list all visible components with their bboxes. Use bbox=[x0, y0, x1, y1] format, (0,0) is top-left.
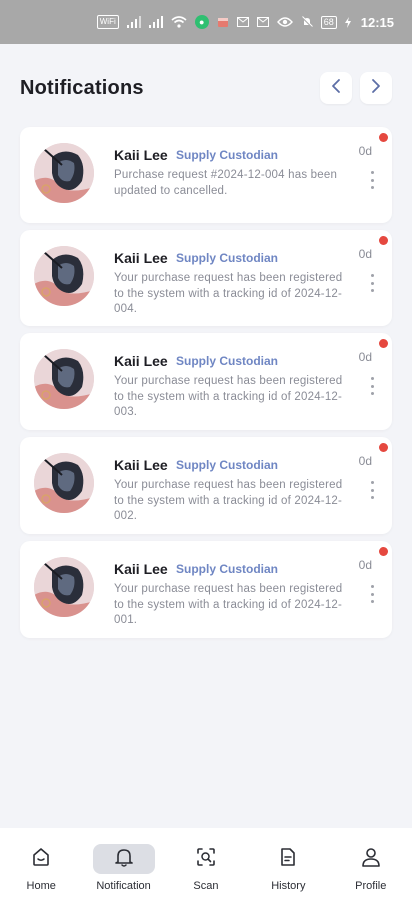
page-header: Notifications bbox=[0, 70, 412, 106]
more-options-button[interactable] bbox=[368, 377, 376, 395]
nav-label: Notification bbox=[96, 880, 151, 892]
notification-time: 0d bbox=[358, 454, 372, 468]
avatar bbox=[34, 349, 94, 409]
notification-message: Your purchase request has been registere… bbox=[114, 583, 343, 626]
sender-name: Kaii Lee bbox=[114, 561, 168, 577]
avatar bbox=[34, 143, 94, 203]
notification-time: 0d bbox=[358, 350, 372, 364]
bottom-navigation: Home Notification Scan History Profile bbox=[0, 828, 412, 906]
nav-label: Home bbox=[26, 880, 56, 892]
notification-message: Purchase request #2024-12-004 has been u… bbox=[114, 169, 338, 197]
more-options-button[interactable] bbox=[368, 585, 376, 603]
sender-role: Supply Custodian bbox=[176, 354, 278, 368]
notification-message: Your purchase request has been registere… bbox=[114, 272, 343, 315]
more-vertical-icon bbox=[370, 481, 374, 484]
previous-button[interactable] bbox=[320, 72, 352, 104]
notification-time: 0d bbox=[358, 144, 372, 158]
more-vertical-icon bbox=[370, 377, 374, 380]
more-vertical-icon bbox=[370, 585, 374, 588]
nav-profile[interactable]: Profile bbox=[335, 844, 407, 892]
user-icon-wrap bbox=[340, 844, 402, 874]
notification-card[interactable]: Kaii Lee Supply Custodian Purchase reque… bbox=[20, 127, 392, 223]
more-options-button[interactable] bbox=[368, 481, 376, 499]
status-time: 12:15 bbox=[360, 14, 394, 30]
sender-role: Supply Custodian bbox=[176, 562, 278, 576]
avatar bbox=[34, 246, 94, 306]
more-options-button[interactable] bbox=[368, 171, 376, 189]
sender-role: Supply Custodian bbox=[176, 251, 278, 265]
next-button[interactable] bbox=[360, 72, 392, 104]
notification-card[interactable]: Kaii Lee Supply Custodian Your purchase … bbox=[20, 437, 392, 534]
notification-time: 0d bbox=[358, 247, 372, 261]
home-icon bbox=[30, 846, 52, 873]
document-icon bbox=[277, 846, 299, 873]
more-options-button[interactable] bbox=[368, 274, 376, 292]
home-icon-wrap bbox=[10, 844, 72, 874]
page-title: Notifications bbox=[20, 76, 144, 99]
wifi-badge-icon: WiFi bbox=[96, 15, 119, 29]
nav-label: History bbox=[271, 880, 306, 892]
unread-dot bbox=[379, 236, 388, 245]
nav-notification[interactable]: Notification bbox=[88, 844, 160, 892]
app-notification-icon bbox=[217, 15, 229, 29]
sender-role: Supply Custodian bbox=[176, 458, 278, 472]
scan-icon bbox=[195, 846, 217, 873]
more-vertical-icon bbox=[370, 274, 374, 277]
chevron-right-icon bbox=[371, 78, 381, 99]
document-icon-wrap bbox=[257, 844, 319, 874]
notification-message: Your purchase request has been registere… bbox=[114, 375, 343, 418]
app-notification-icon: ● bbox=[194, 15, 209, 29]
nav-label: Profile bbox=[355, 880, 387, 892]
mail-icon bbox=[256, 15, 269, 29]
notification-card[interactable]: Kaii Lee Supply Custodian Your purchase … bbox=[20, 230, 392, 326]
bell-icon-wrap bbox=[92, 844, 155, 874]
notification-time: 0d bbox=[358, 558, 372, 572]
nav-history[interactable]: History bbox=[252, 844, 324, 892]
unread-dot bbox=[379, 133, 388, 142]
wifi-icon bbox=[171, 15, 187, 29]
nav-home[interactable]: Home bbox=[5, 844, 77, 892]
sender-name: Kaii Lee bbox=[114, 147, 168, 163]
signal-icon bbox=[148, 15, 163, 29]
battery-icon: 68 bbox=[320, 15, 337, 29]
notification-list: Kaii Lee Supply Custodian Purchase reque… bbox=[20, 127, 392, 638]
avatar bbox=[34, 557, 94, 617]
user-icon bbox=[360, 846, 382, 873]
notification-message: Your purchase request has been registere… bbox=[114, 479, 343, 522]
unread-dot bbox=[379, 339, 388, 348]
bell-muted-icon bbox=[301, 15, 313, 29]
scan-icon-wrap bbox=[175, 844, 237, 874]
chevron-left-icon bbox=[331, 78, 341, 99]
status-bar: WiFi ● 68 12:15 bbox=[0, 0, 412, 44]
bell-icon bbox=[113, 846, 135, 873]
unread-dot bbox=[379, 443, 388, 452]
nav-label: Scan bbox=[193, 880, 219, 892]
sender-name: Kaii Lee bbox=[114, 250, 168, 266]
signal-icon bbox=[126, 15, 141, 29]
unread-dot bbox=[379, 547, 388, 556]
notification-card[interactable]: Kaii Lee Supply Custodian Your purchase … bbox=[20, 541, 392, 638]
more-vertical-icon bbox=[370, 171, 374, 174]
pager-arrows bbox=[320, 72, 392, 104]
eye-icon bbox=[276, 15, 293, 29]
nav-scan[interactable]: Scan bbox=[170, 844, 242, 892]
sender-role: Supply Custodian bbox=[176, 148, 278, 162]
sender-name: Kaii Lee bbox=[114, 353, 168, 369]
mail-icon bbox=[236, 15, 249, 29]
notification-card[interactable]: Kaii Lee Supply Custodian Your purchase … bbox=[20, 333, 392, 430]
charging-icon bbox=[344, 15, 351, 29]
avatar bbox=[34, 453, 94, 513]
sender-name: Kaii Lee bbox=[114, 457, 168, 473]
